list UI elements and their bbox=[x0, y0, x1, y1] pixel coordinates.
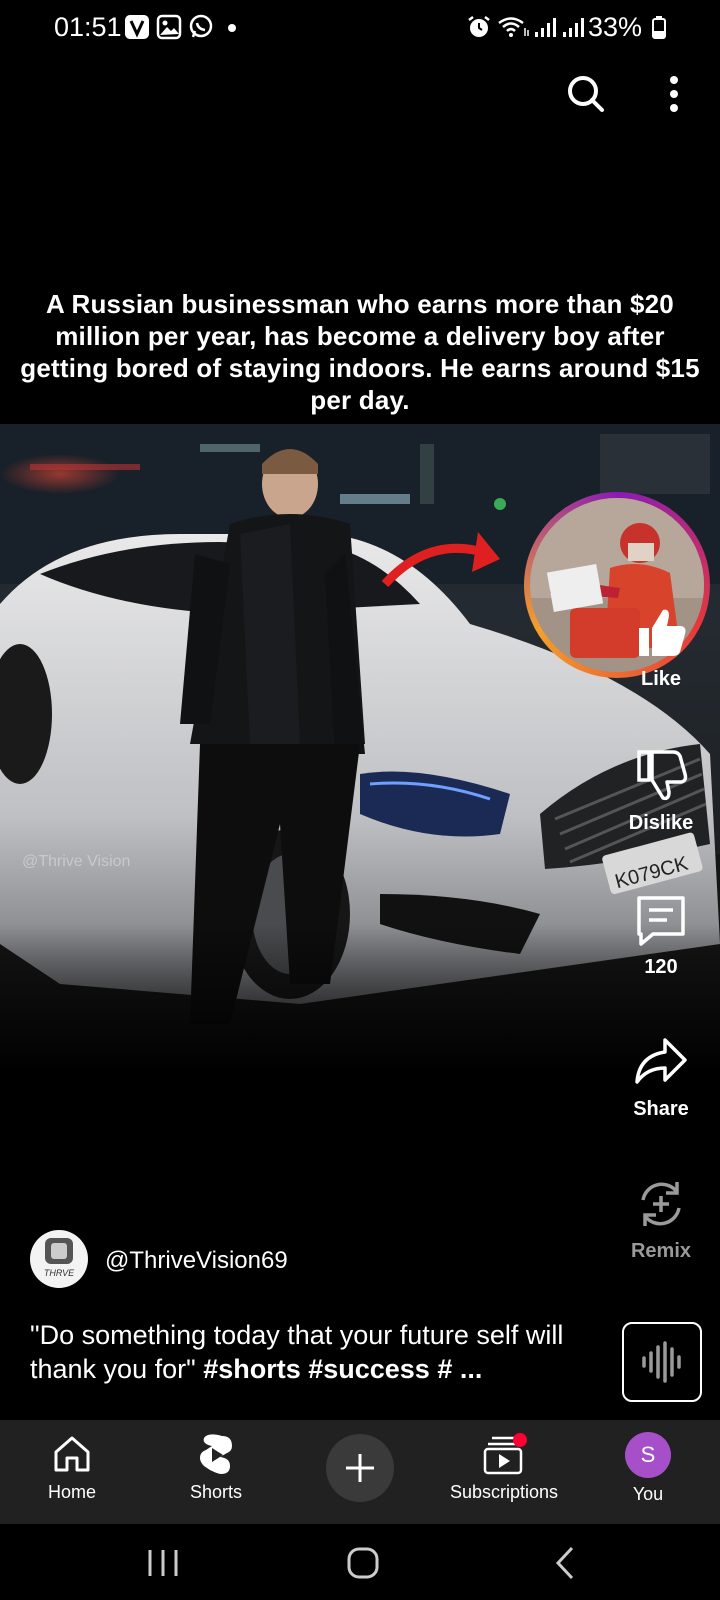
home-circle-icon bbox=[347, 1547, 379, 1579]
home-system-button[interactable] bbox=[340, 1540, 386, 1586]
nav-you[interactable]: S You bbox=[598, 1420, 698, 1524]
thumbs-down-icon bbox=[637, 750, 688, 801]
status-bar: 01:51 33% bbox=[0, 0, 720, 54]
home-icon bbox=[54, 1436, 90, 1472]
video-caption: A Russian businessman who earns more tha… bbox=[20, 289, 700, 415]
nav-shorts[interactable]: Shorts bbox=[166, 1420, 266, 1524]
comment-icon bbox=[637, 896, 685, 946]
dislike-label: Dislike bbox=[628, 812, 694, 834]
search-icon bbox=[568, 76, 604, 112]
more-vert-icon bbox=[670, 76, 678, 112]
subscriptions-badge bbox=[513, 1433, 527, 1447]
sound-button[interactable] bbox=[622, 1322, 702, 1402]
share-button[interactable]: Share bbox=[616, 1034, 706, 1121]
recent-apps-icon bbox=[148, 1550, 178, 1576]
share-icon bbox=[635, 1038, 687, 1084]
signal-icon-1 bbox=[532, 14, 558, 40]
like-label: Like bbox=[640, 668, 682, 690]
bottom-nav: Home Shorts Subscriptions S You bbox=[0, 1420, 720, 1524]
audio-wave-icon bbox=[642, 1341, 681, 1383]
notification-dot bbox=[228, 24, 236, 32]
remix-label: Remix bbox=[630, 1240, 692, 1262]
channel-logo: THRVE bbox=[44, 1238, 75, 1278]
nav-subscriptions[interactable]: Subscriptions bbox=[434, 1420, 574, 1524]
nav-home[interactable]: Home bbox=[22, 1420, 122, 1524]
nav-home-label: Home bbox=[47, 1482, 96, 1502]
back-button[interactable] bbox=[544, 1540, 590, 1586]
recent-apps-button[interactable] bbox=[140, 1540, 186, 1586]
wifi-icon bbox=[496, 14, 530, 40]
channel-logo-text: THRVE bbox=[44, 1268, 75, 1278]
nav-subscriptions-label: Subscriptions bbox=[449, 1482, 559, 1502]
video-frame[interactable]: K079CK bbox=[0, 424, 720, 1074]
plus-icon bbox=[346, 1454, 374, 1482]
subscriptions-icon bbox=[483, 1433, 527, 1475]
thumbs-up-icon bbox=[639, 609, 686, 656]
share-label: Share bbox=[633, 1098, 689, 1120]
description-tags: #shorts #success # ... bbox=[203, 1354, 483, 1384]
comments-button[interactable]: 120 bbox=[616, 892, 706, 979]
more-options-button[interactable] bbox=[646, 66, 702, 122]
like-button[interactable]: Like bbox=[616, 604, 706, 691]
v-app-icon bbox=[124, 14, 150, 40]
remix-icon bbox=[641, 1182, 681, 1226]
system-nav-bar bbox=[0, 1524, 720, 1600]
comments-count: 120 bbox=[644, 956, 678, 978]
remix-button[interactable]: Remix bbox=[616, 1176, 706, 1263]
nav-you-label: You bbox=[632, 1484, 664, 1504]
create-button[interactable] bbox=[326, 1434, 394, 1502]
nav-shorts-label: Shorts bbox=[189, 1482, 243, 1502]
gallery-icon bbox=[156, 14, 182, 40]
signal-icon-2 bbox=[560, 14, 586, 40]
search-button[interactable] bbox=[558, 66, 614, 122]
you-avatar: S bbox=[625, 1432, 671, 1478]
channel-avatar[interactable]: THRVE bbox=[30, 1230, 88, 1288]
whatsapp-icon bbox=[188, 14, 214, 40]
shorts-icon bbox=[200, 1434, 232, 1474]
alarm-icon bbox=[466, 14, 492, 40]
video-description[interactable]: "Do something today that your future sel… bbox=[30, 1318, 590, 1386]
back-chevron-icon bbox=[555, 1546, 574, 1580]
channel-handle[interactable]: @ThriveVision69 bbox=[105, 1247, 288, 1275]
battery-percent: 33% bbox=[588, 12, 643, 42]
battery-icon bbox=[652, 14, 666, 40]
video-watermark: @Thrive Vision bbox=[22, 853, 131, 870]
status-time: 01:51 bbox=[54, 12, 122, 42]
dislike-button[interactable]: Dislike bbox=[616, 748, 706, 835]
